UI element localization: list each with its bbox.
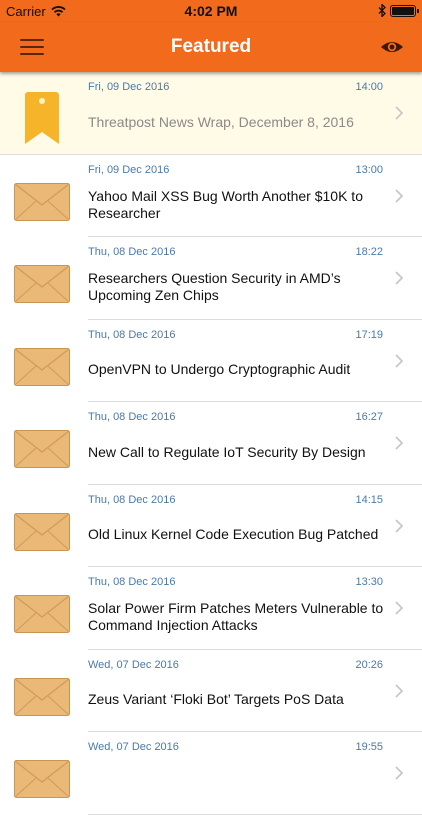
article-date: Fri, 09 Dec 2016 bbox=[88, 163, 170, 176]
article-time: 19:55 bbox=[355, 741, 383, 753]
hamburger-menu-icon[interactable] bbox=[20, 39, 44, 55]
list-item[interactable]: Fri, 09 Dec 2016 14:00 Threatpost News Wra… bbox=[0, 72, 422, 155]
article-title: Yahoo Mail XSS Bug Worth Another $10K to… bbox=[88, 180, 388, 230]
article-list: Fri, 09 Dec 2016 14:00 Threatpost News Wra… bbox=[0, 72, 422, 815]
bookmark-ribbon-icon bbox=[25, 92, 59, 144]
list-item[interactable]: Wed, 07 Dec 2016 20:26 Zeus Variant ‘Floki… bbox=[0, 649, 422, 732]
chevron-right-icon bbox=[395, 601, 403, 615]
article-time: 14:15 bbox=[355, 493, 383, 506]
list-item[interactable]: Thu, 08 Dec 2016 14:15 Old Linux Kernel Co… bbox=[0, 484, 422, 567]
article-date: Fri, 09 Dec 2016 bbox=[88, 81, 170, 93]
article-title-text: Researchers Question Security in AMD’s U… bbox=[88, 270, 341, 303]
envelope-icon bbox=[14, 677, 70, 716]
article-time: 13:00 bbox=[355, 163, 383, 176]
chevron-right-icon bbox=[395, 766, 403, 780]
article-title-text: Zeus Variant ‘Floki Bot’ Targets PoS Dat… bbox=[88, 691, 344, 707]
battery-icon bbox=[390, 4, 419, 17]
menu-line bbox=[20, 39, 44, 41]
article-time: 13:30 bbox=[355, 576, 383, 588]
list-item[interactable]: Thu, 08 Dec 2016 17:19 OpenVPN to Undergo … bbox=[0, 319, 422, 402]
article-title: Researchers Question Security in AMD’s U… bbox=[88, 262, 388, 312]
article-title-text: Threatpost News Wrap, December 8, 2016 bbox=[88, 113, 354, 130]
status-time: 4:02 PM bbox=[184, 3, 238, 19]
status-right bbox=[378, 4, 419, 17]
article-time: 16:27 bbox=[355, 411, 383, 423]
envelope-icon bbox=[14, 265, 70, 303]
list-item[interactable]: Fri, 09 Dec 2016 13:00 Yahoo Mail XSS Bug … bbox=[0, 154, 422, 237]
list-item[interactable]: Thu, 08 Dec 2016 16:27 New Call to Regulat… bbox=[0, 402, 422, 485]
article-time: 17:19 bbox=[355, 328, 383, 341]
menu-line bbox=[20, 46, 44, 48]
envelope-icon bbox=[14, 760, 70, 798]
article-date: Thu, 08 Dec 2016 bbox=[88, 411, 176, 423]
bluetooth-icon bbox=[378, 4, 386, 17]
chevron-right-icon bbox=[395, 683, 403, 698]
chevron-right-icon bbox=[395, 271, 403, 285]
article-title: OpenVPN to Undergo Cryptographic Audit bbox=[88, 345, 388, 395]
article-time: 20:26 bbox=[355, 658, 383, 671]
article-date: Thu, 08 Dec 2016 bbox=[88, 493, 176, 506]
article-title: New Call to Regulate IoT Security By Des… bbox=[88, 427, 388, 477]
menu-line bbox=[20, 53, 44, 55]
list-item[interactable]: Thu, 08 Dec 2016 18:22 Researchers Questio… bbox=[0, 237, 422, 320]
article-title-text: New Call to Regulate IoT Security By Des… bbox=[88, 443, 366, 460]
eye-icon[interactable] bbox=[380, 39, 404, 55]
nav-bar: Featured bbox=[0, 22, 422, 72]
article-title bbox=[88, 757, 388, 807]
article-title-text: Yahoo Mail XSS Bug Worth Another $10K to… bbox=[88, 187, 363, 221]
article-date: Wed, 07 Dec 2016 bbox=[88, 658, 179, 671]
list-item[interactable]: Wed, 07 Dec 2016 19:55 bbox=[0, 732, 422, 815]
chevron-right-icon bbox=[395, 353, 403, 368]
article-title: Zeus Variant ‘Floki Bot’ Targets PoS Dat… bbox=[88, 675, 388, 725]
article-title-text: Solar Power Firm Patches Meters Vulnerab… bbox=[88, 600, 384, 633]
envelope-icon bbox=[14, 430, 70, 468]
envelope-icon bbox=[14, 595, 70, 633]
chevron-right-icon bbox=[395, 188, 403, 203]
battery-fill bbox=[392, 6, 414, 15]
chevron-right-icon bbox=[395, 518, 403, 533]
page-title: Featured bbox=[170, 36, 252, 57]
chevron-right-icon bbox=[395, 106, 403, 120]
envelope-icon bbox=[14, 512, 70, 551]
status-bar: Carrier 4:02 PM bbox=[0, 0, 422, 22]
article-title-text: OpenVPN to Undergo Cryptographic Audit bbox=[88, 361, 351, 377]
article-time: 14:00 bbox=[355, 81, 383, 93]
chevron-right-icon bbox=[395, 436, 403, 450]
article-date: Thu, 08 Dec 2016 bbox=[88, 246, 176, 258]
article-title: Threatpost News Wrap, December 8, 2016 bbox=[88, 97, 388, 147]
article-title: Solar Power Firm Patches Meters Vulnerab… bbox=[88, 592, 388, 642]
article-date: Wed, 07 Dec 2016 bbox=[88, 741, 179, 753]
envelope-icon bbox=[14, 347, 70, 386]
article-title: Old Linux Kernel Code Execution Bug Patc… bbox=[88, 510, 388, 560]
row-divider bbox=[88, 813, 422, 815]
article-title-text: Old Linux Kernel Code Execution Bug Patc… bbox=[88, 526, 379, 542]
envelope-icon bbox=[14, 182, 70, 221]
list-item[interactable]: Thu, 08 Dec 2016 13:30 Solar Power Firm Pa… bbox=[0, 567, 422, 650]
article-time: 18:22 bbox=[355, 246, 383, 258]
article-date: Thu, 08 Dec 2016 bbox=[88, 328, 176, 341]
article-date: Thu, 08 Dec 2016 bbox=[88, 576, 176, 588]
